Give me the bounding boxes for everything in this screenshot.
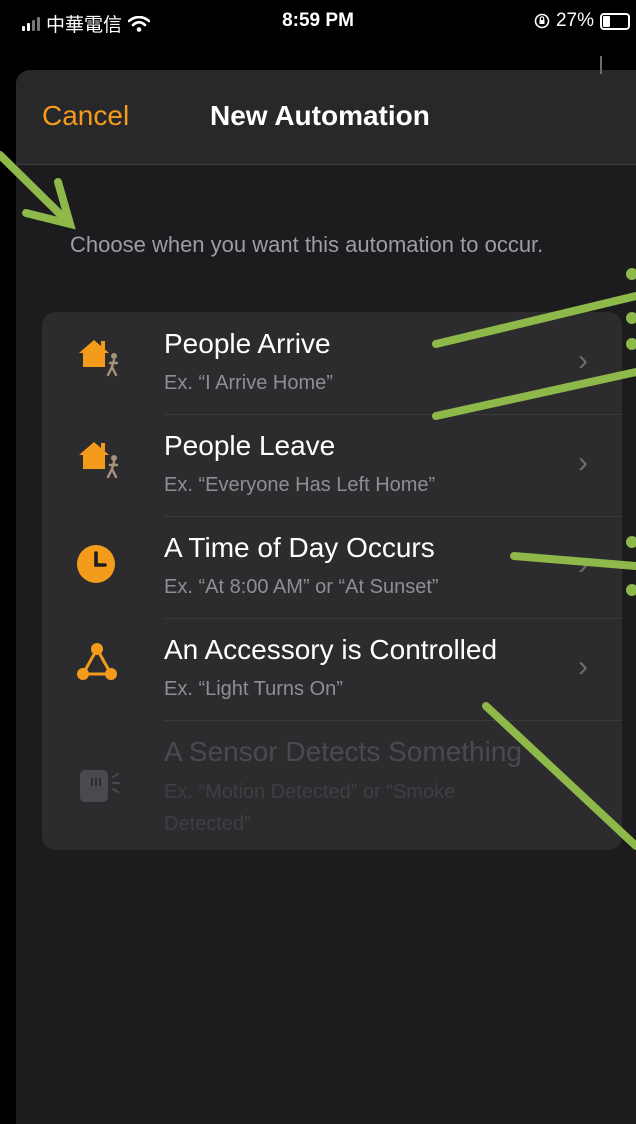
trigger-options-list: People Arrive Ex. “I Arrive Home” › Peop… (42, 312, 622, 850)
battery-percent: 27% (555, 10, 594, 31)
phone-screen: 中華電信 8:59 PM 27% Cancel New Automation C… (0, 0, 636, 1124)
option-subtitle: Ex. “Motion Detected” or “Smoke Detected… (164, 781, 456, 835)
option-people-arrive[interactable]: People Arrive Ex. “I Arrive Home” › (42, 312, 622, 414)
page-title: New Automation (210, 100, 430, 131)
option-sensor-detects: A Sensor Detects Something Ex. “Motion D… (42, 720, 622, 850)
chevron-right-icon: › (578, 344, 588, 377)
chevron-right-icon: › (578, 650, 588, 683)
status-right: 27% (534, 10, 630, 32)
option-subtitle: Ex. “At 8:00 AM” or “At Sunset” (164, 576, 439, 598)
clock-icon (77, 545, 115, 583)
status-bar: 中華電信 8:59 PM 27% (0, 0, 636, 46)
chevron-right-icon: › (578, 446, 588, 479)
new-automation-sheet: Cancel New Automation Choose when you wa… (16, 70, 636, 1124)
home-person-icon (79, 340, 119, 377)
option-subtitle: Ex. “I Arrive Home” (164, 372, 333, 394)
chevron-right-icon: › (578, 548, 588, 581)
nav-bar: Cancel New Automation (16, 70, 636, 165)
option-people-leave[interactable]: People Leave Ex. “Everyone Has Left Home… (42, 414, 622, 516)
home-person-icon (79, 442, 119, 479)
option-title: A Time of Day Occurs (164, 532, 435, 563)
option-title: People Leave (164, 430, 336, 461)
option-title: People Arrive (164, 328, 331, 359)
option-title: An Accessory is Controlled (164, 634, 498, 665)
sensor-icon (80, 770, 120, 802)
option-accessory-controlled[interactable]: An Accessory is Controlled Ex. “Light Tu… (42, 618, 622, 720)
orientation-lock-icon (534, 13, 550, 29)
option-subtitle: Ex. “Everyone Has Left Home” (164, 474, 436, 496)
option-subtitle: Ex. “Light Turns On” (164, 678, 343, 700)
accessory-nodes-icon (77, 643, 117, 680)
battery-icon (600, 12, 630, 30)
cancel-button[interactable]: Cancel (42, 100, 129, 132)
option-time-of-day[interactable]: A Time of Day Occurs Ex. “At 8:00 AM” or… (42, 516, 622, 618)
instruction-text: Choose when you want this automation to … (70, 232, 544, 257)
option-title: A Sensor Detects Something (164, 736, 522, 767)
